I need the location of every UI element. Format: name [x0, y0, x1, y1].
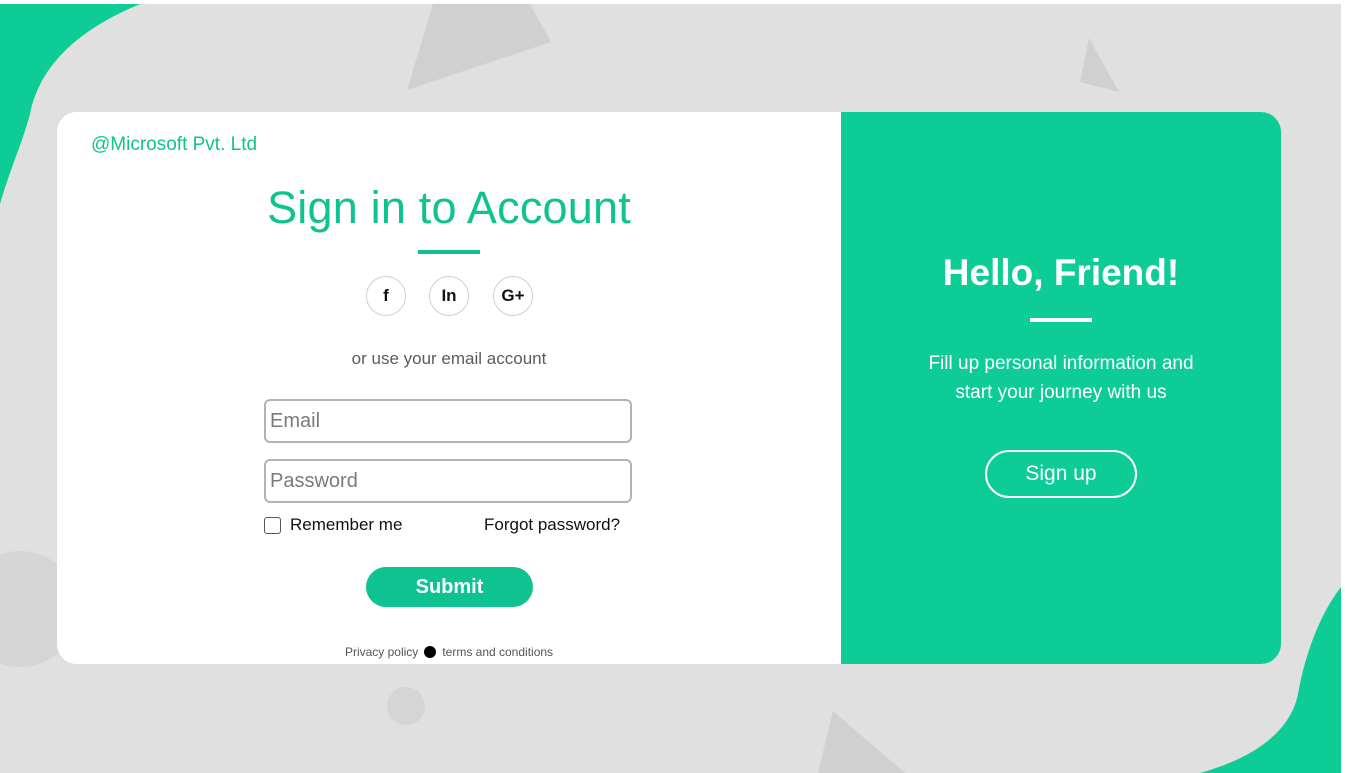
welcome-title: Hello, Friend! — [942, 252, 1180, 293]
welcome-underline — [1030, 318, 1092, 322]
remember-me-row[interactable]: Remember me — [264, 514, 402, 536]
forgot-password-link[interactable]: Forgot password? — [484, 514, 620, 536]
privacy-policy-link[interactable]: Privacy policy — [345, 645, 418, 659]
auth-card: @Microsoft Pvt. Ltd Sign in to Account f… — [57, 112, 1281, 664]
terms-link[interactable]: terms and conditions — [442, 645, 553, 659]
linkedin-button[interactable]: In — [429, 276, 469, 316]
small-circle — [387, 687, 425, 725]
password-input[interactable] — [264, 459, 632, 503]
remember-me-label: Remember me — [290, 515, 403, 534]
email-input[interactable] — [264, 399, 632, 443]
top-triangle — [407, 4, 551, 90]
social-login-row: f In G+ — [366, 276, 534, 316]
facebook-button[interactable]: f — [366, 276, 406, 316]
brand-name: @Microsoft Pvt. Ltd — [91, 134, 258, 155]
footer-links: Privacy policy terms and conditions — [57, 645, 841, 659]
google-plus-button[interactable]: G+ — [493, 276, 533, 316]
title-underline — [418, 250, 480, 254]
welcome-text-line1: Fill up personal information and — [928, 353, 1194, 374]
facebook-icon: f — [383, 286, 389, 305]
welcome-text-line2: start your journey with us — [955, 382, 1167, 403]
separator-dot — [424, 646, 437, 658]
submit-button[interactable]: Submit — [366, 567, 533, 607]
bottom-triangle — [818, 711, 905, 773]
google-plus-icon: G+ — [501, 286, 525, 305]
linkedin-icon: In — [441, 286, 457, 305]
signup-button[interactable]: Sign up — [985, 450, 1137, 498]
welcome-panel: Hello, Friend! Fill up personal informat… — [841, 112, 1281, 664]
right-triangle — [1080, 38, 1119, 92]
remember-me-checkbox[interactable] — [264, 516, 281, 534]
signin-panel: @Microsoft Pvt. Ltd Sign in to Account f… — [57, 112, 841, 664]
or-email-text: or use your email account — [351, 349, 547, 368]
welcome-text: Fill up personal information and start y… — [881, 349, 1241, 407]
signin-title: Sign in to Account — [267, 182, 631, 233]
